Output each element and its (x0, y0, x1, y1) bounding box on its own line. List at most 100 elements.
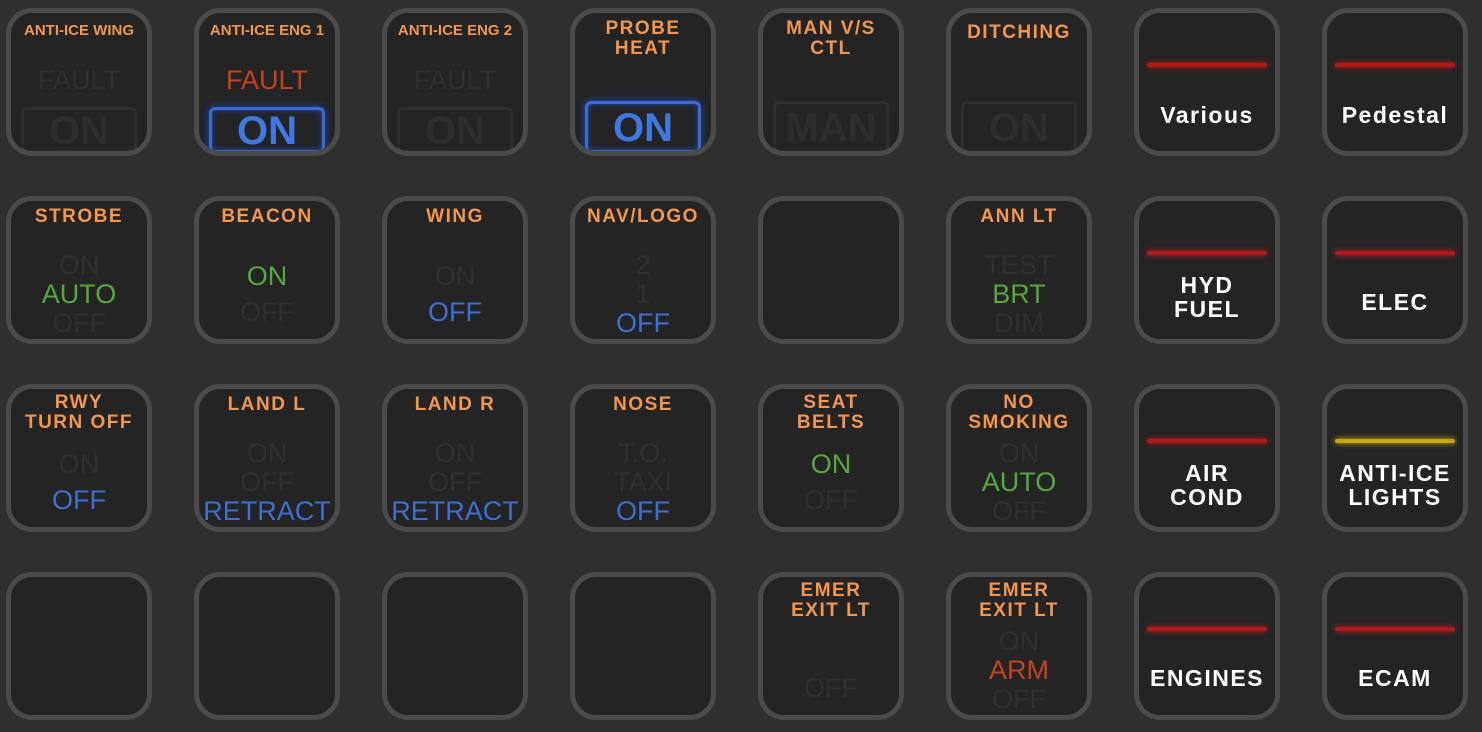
man-indicator: MAN (773, 101, 889, 151)
key-label: Pedestal (1341, 102, 1449, 128)
hyd-fuel-page-button[interactable]: HYD FUEL (1134, 196, 1280, 344)
fault-indicator: FAULT (413, 65, 496, 95)
nav-logo-switch[interactable]: NAV/LOGO 2 1 OFF (570, 196, 716, 344)
key-title: NO SMOKING (968, 392, 1070, 433)
option-on: ON (58, 449, 100, 479)
anti-ice-wing-button[interactable]: ANTI-ICE WING FAULT ON (6, 8, 152, 156)
key-title: NOSE (613, 394, 673, 415)
on-indicator: ON (961, 101, 1077, 151)
elec-page-button[interactable]: ELEC (1322, 196, 1468, 344)
option-retract: RETRACT (391, 496, 519, 526)
on-indicator: ON (21, 107, 137, 151)
key-label: ECAM (1358, 665, 1432, 691)
option-off: OFF (616, 308, 670, 338)
status-bar (1147, 627, 1267, 631)
key-label: HYD FUEL (1173, 272, 1241, 322)
key-label: ELEC (1361, 289, 1429, 315)
key-title: BEACON (221, 206, 313, 227)
anti-ice-lights-page-button[interactable]: ANTI-ICE LIGHTS (1322, 384, 1468, 532)
status-bar (1335, 627, 1455, 631)
option-off: OFF (616, 496, 670, 526)
emer-exit-lt-switch[interactable]: EMER EXIT LT ON ARM OFF (946, 572, 1092, 720)
option-auto: AUTO (981, 467, 1057, 497)
option-arm: ARM (989, 655, 1049, 685)
key-title: MAN V/S CTL (786, 18, 876, 59)
anti-ice-eng1-button[interactable]: ANTI-ICE ENG 1 FAULT ON (194, 8, 340, 156)
option-off: OFF (428, 297, 482, 327)
fault-indicator: FAULT (225, 65, 308, 95)
status-bar (1335, 251, 1455, 255)
key-title: SEAT BELTS (796, 392, 866, 433)
option-1: 1 (635, 279, 651, 309)
option-retract: RETRACT (203, 496, 331, 526)
option-to: T.O. (618, 438, 668, 468)
empty-key[interactable] (6, 572, 152, 720)
key-label: Various (1160, 102, 1254, 128)
emer-exit-lt-button[interactable]: EMER EXIT LT OFF (758, 572, 904, 720)
on-indicator: ON (397, 107, 513, 151)
option-brt: BRT (992, 279, 1046, 309)
key-title: ANN LT (980, 206, 1058, 227)
option-off: OFF (240, 467, 294, 497)
option-on: ON (246, 438, 288, 468)
nose-light-switch[interactable]: NOSE T.O. TAXI OFF (570, 384, 716, 532)
seat-belts-switch[interactable]: SEAT BELTS ON OFF (758, 384, 904, 532)
key-title: ANTI-ICE WING (24, 22, 134, 39)
option-on: ON (998, 438, 1040, 468)
option-off: OFF (804, 485, 858, 515)
key-title: STROBE (34, 206, 124, 227)
option-off: OFF (52, 308, 106, 338)
key-label: ENGINES (1149, 665, 1265, 691)
wing-light-switch[interactable]: WING ON OFF (382, 196, 528, 344)
rwy-turn-off-switch[interactable]: RWY TURN OFF ON OFF (6, 384, 152, 532)
option-off: OFF (992, 684, 1046, 714)
land-r-switch[interactable]: LAND R ON OFF RETRACT (382, 384, 528, 532)
option-dim: DIM (994, 308, 1044, 338)
option-off: OFF (804, 673, 858, 703)
key-title: DITCHING (967, 22, 1071, 43)
option-on: ON (434, 261, 476, 291)
key-title: PROBE HEAT (605, 18, 681, 59)
ann-lt-switch[interactable]: ANN LT TEST BRT DIM (946, 196, 1092, 344)
option-on: ON (246, 261, 288, 291)
key-title: LAND L (227, 394, 307, 415)
key-title: NAV/LOGO (587, 206, 699, 227)
key-title: LAND R (414, 394, 496, 415)
key-title: EMER EXIT LT (979, 580, 1059, 621)
beacon-switch[interactable]: BEACON ON OFF (194, 196, 340, 344)
key-title: ANTI-ICE ENG 2 (397, 22, 513, 39)
strobe-switch[interactable]: STROBE ON AUTO OFF (6, 196, 152, 344)
empty-key[interactable] (570, 572, 716, 720)
option-off: OFF (428, 467, 482, 497)
option-test: TEST (984, 250, 1054, 280)
no-smoking-switch[interactable]: NO SMOKING ON AUTO OFF (946, 384, 1092, 532)
probe-heat-button[interactable]: PROBE HEAT ON (570, 8, 716, 156)
status-bar (1335, 439, 1455, 443)
ecam-page-button[interactable]: ECAM (1322, 572, 1468, 720)
status-bar (1335, 63, 1455, 67)
option-on: ON (998, 626, 1040, 656)
empty-key[interactable] (382, 572, 528, 720)
anti-ice-eng2-button[interactable]: ANTI-ICE ENG 2 FAULT ON (382, 8, 528, 156)
status-bar (1147, 251, 1267, 255)
land-l-switch[interactable]: LAND L ON OFF RETRACT (194, 384, 340, 532)
fault-indicator: FAULT (37, 65, 120, 95)
on-indicator: ON (585, 101, 701, 151)
key-label: AIR COND (1170, 460, 1244, 510)
ditching-button[interactable]: DITCHING ON (946, 8, 1092, 156)
empty-key[interactable] (758, 196, 904, 344)
key-title: ANTI-ICE ENG 1 (209, 22, 325, 39)
engines-page-button[interactable]: ENGINES (1134, 572, 1280, 720)
man-vs-ctl-button[interactable]: MAN V/S CTL MAN (758, 8, 904, 156)
stream-deck-panel: ANTI-ICE WING FAULT ON ANTI-ICE ENG 1 FA… (0, 0, 1482, 732)
key-label: ANTI-ICE LIGHTS (1339, 460, 1451, 510)
key-title: EMER EXIT LT (791, 580, 871, 621)
various-page-button[interactable]: Various (1134, 8, 1280, 156)
on-indicator: ON (209, 107, 325, 151)
empty-key[interactable] (194, 572, 340, 720)
air-cond-page-button[interactable]: AIR COND (1134, 384, 1280, 532)
option-2: 2 (635, 250, 651, 280)
option-off: OFF (240, 297, 294, 327)
key-title: WING (426, 206, 484, 227)
pedestal-page-button[interactable]: Pedestal (1322, 8, 1468, 156)
